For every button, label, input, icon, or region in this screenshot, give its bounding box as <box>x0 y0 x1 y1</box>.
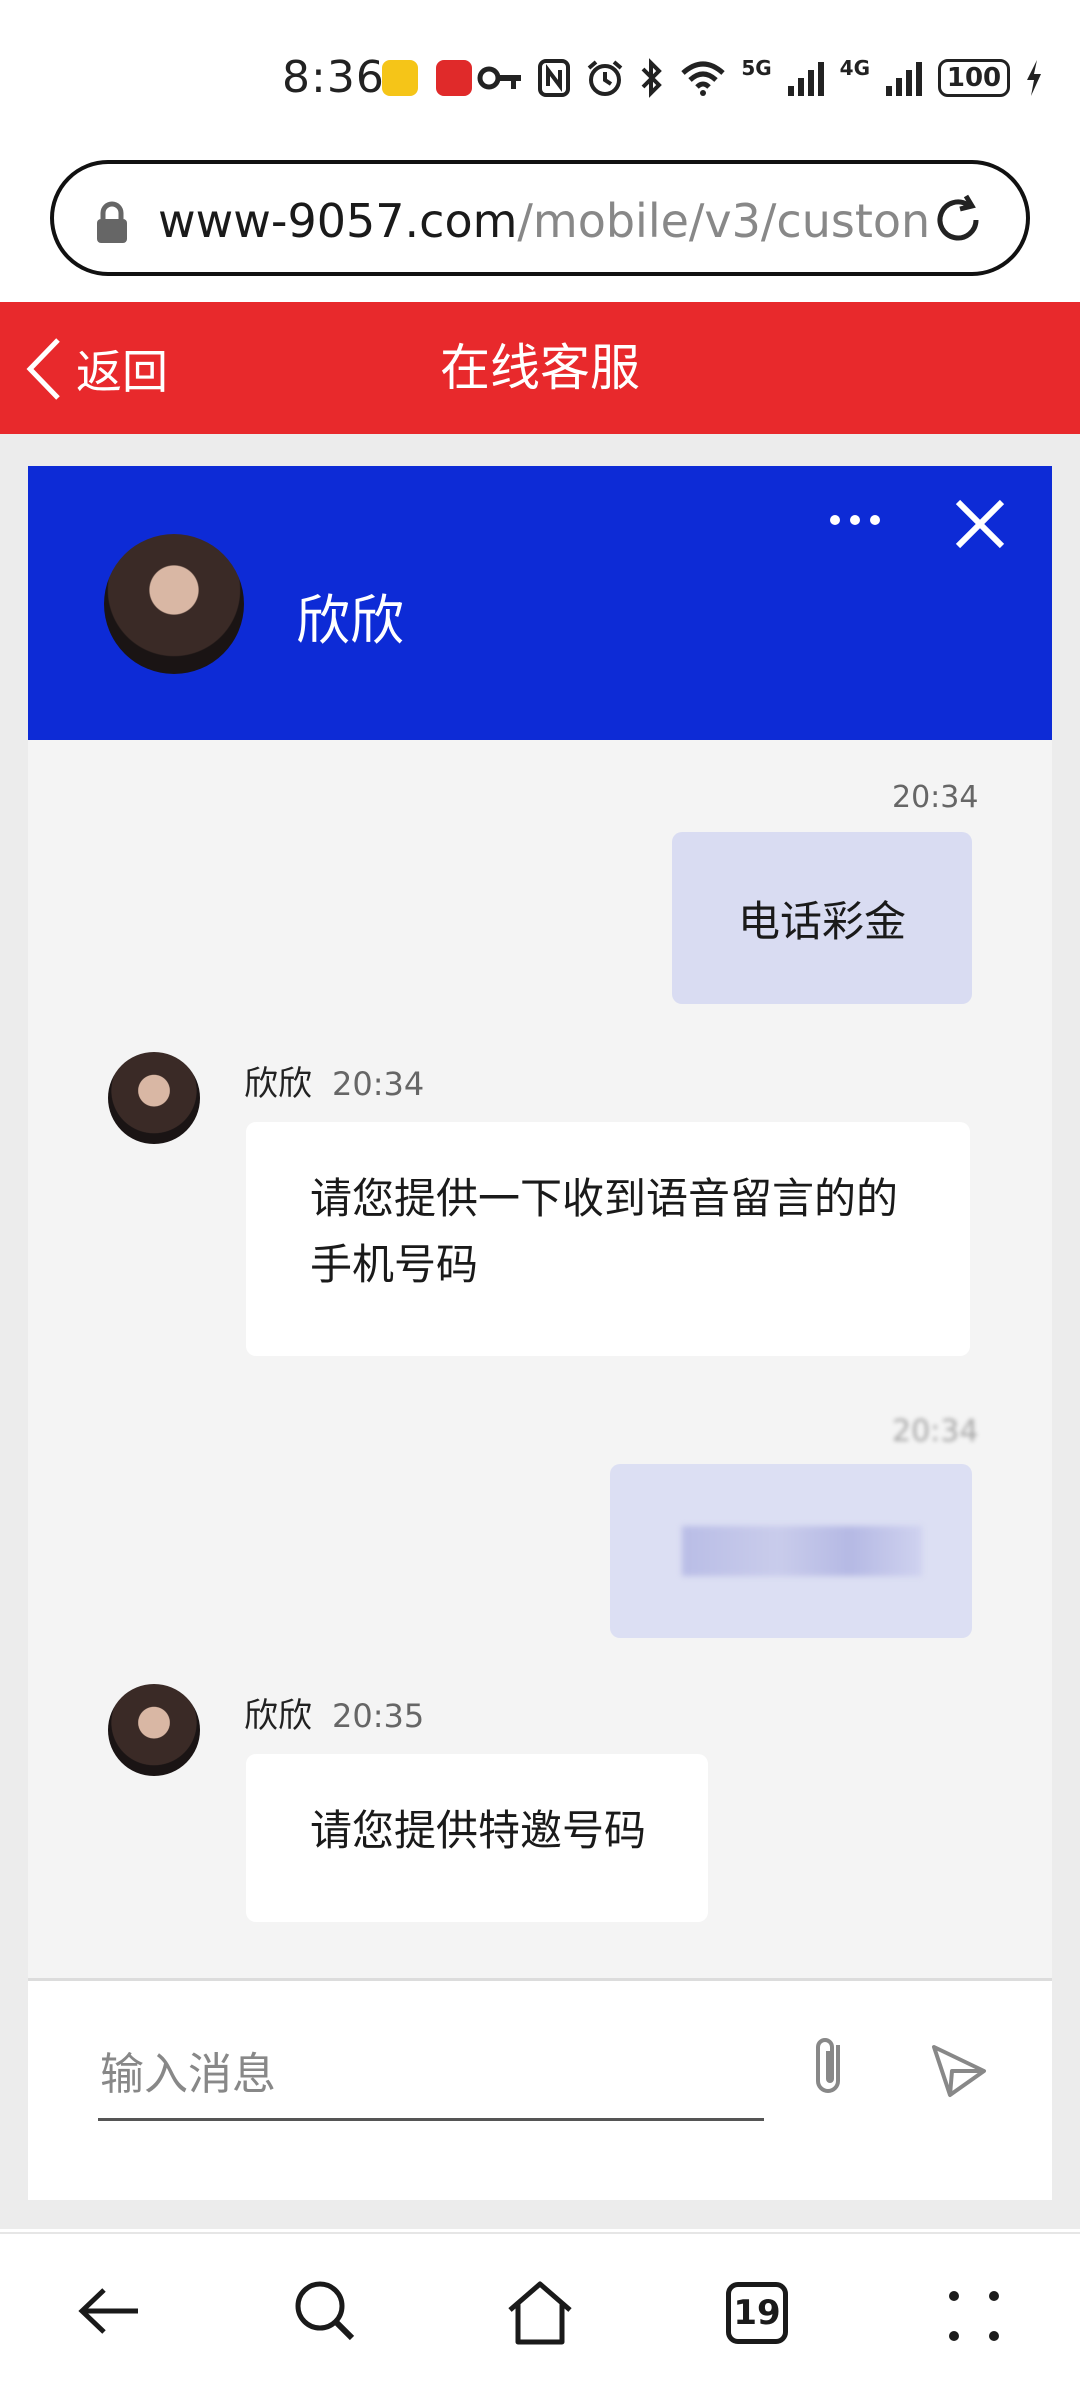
back-arrow-icon[interactable] <box>74 2276 144 2346</box>
back-button[interactable]: 返回 <box>24 334 168 404</box>
sender-name: 欣欣 <box>244 1696 312 1736</box>
key-icon <box>477 66 522 90</box>
more-icon[interactable] <box>828 510 882 530</box>
avatar <box>108 1684 200 1776</box>
menu-dots-icon[interactable] <box>944 2286 1004 2346</box>
alarm-icon <box>588 60 623 96</box>
message-time: 20:34 <box>892 780 979 815</box>
url-text[interactable]: www-9057.com/mobile/v3/custon <box>158 194 938 248</box>
tabs-button[interactable]: 19 <box>726 2282 788 2344</box>
message-text: 电话彩金 <box>737 896 906 946</box>
url-path: /mobile/v3/custon <box>517 194 931 248</box>
agent-name: 欣欣 <box>296 589 404 652</box>
home-icon[interactable] <box>504 2276 576 2348</box>
signal-icon <box>886 62 922 96</box>
network-5g-label: 5G <box>741 56 772 80</box>
sender-name: 欣欣 <box>244 1064 312 1104</box>
chat-window: 欣欣 20:34 电话彩金 欣欣 20:34 请您提供一下收到语音留言的的手机号码… <box>28 466 1052 2200</box>
redacted-text <box>682 1526 922 1576</box>
message-text: 请您提供特邀号码 <box>310 1806 647 1855</box>
agent-message-bubble: 请您提供一下收到语音留言的的手机号码 <box>246 1122 970 1356</box>
chevron-left-icon <box>26 338 60 400</box>
search-icon[interactable] <box>290 2276 360 2346</box>
message-input[interactable] <box>98 2031 764 2121</box>
wifi-icon <box>681 61 725 96</box>
bluetooth-icon <box>641 58 663 98</box>
page-header: 在线客服 返回 <box>0 302 1080 434</box>
charging-icon <box>1027 60 1041 96</box>
message-sender: 欣欣 20:35 <box>244 1688 424 1737</box>
status-bar: 8:36 5G 4G 100 <box>0 0 1080 150</box>
paperclip-icon[interactable] <box>804 2031 856 2101</box>
message-time: 20:35 <box>332 1697 425 1735</box>
avatar <box>108 1052 200 1144</box>
avatar <box>104 534 244 674</box>
close-icon[interactable] <box>952 496 1008 552</box>
agent-message-bubble: 请您提供特邀号码 <box>246 1754 708 1922</box>
send-icon[interactable] <box>928 2041 990 2101</box>
chat-header: 欣欣 <box>28 466 1052 740</box>
my-message-bubble: 电话彩金 <box>672 832 972 1004</box>
url-domain: www-9057.com <box>158 194 518 248</box>
nfc-icon <box>538 59 571 97</box>
my-message-bubble <box>610 1464 972 1638</box>
lock-icon <box>97 201 127 243</box>
message-composer <box>28 1978 1052 2200</box>
message-text: 请您提供一下收到语音留言的的手机号码 <box>310 1174 899 1289</box>
address-bar[interactable]: www-9057.com/mobile/v3/custon <box>50 160 1030 276</box>
weibo-app-icon <box>382 60 418 96</box>
message-time: 20:34 <box>892 1414 979 1449</box>
back-label: 返回 <box>76 345 168 399</box>
reload-icon[interactable] <box>928 190 988 250</box>
status-time: 8:36 <box>282 52 385 103</box>
browser-nav-bar: 19 <box>0 2232 1080 2400</box>
battery-indicator: 100 <box>938 59 1010 97</box>
message-time: 20:34 <box>332 1065 425 1103</box>
status-icons: 5G 4G 100 <box>477 56 1044 100</box>
leqi-app-icon <box>436 60 472 96</box>
signal-icon <box>787 62 824 96</box>
message-sender: 欣欣 20:34 <box>244 1056 424 1105</box>
network-4g-label: 4G <box>839 56 870 80</box>
